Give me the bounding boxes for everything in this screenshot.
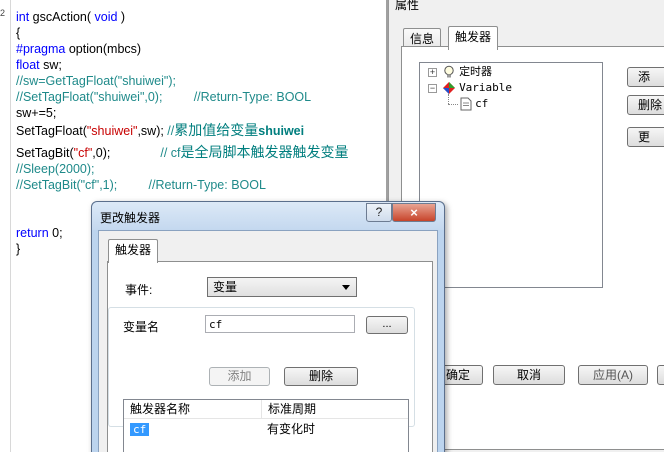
tree-label-timer: 定时器 — [459, 65, 493, 78]
tree-label-variable: Variable — [459, 81, 513, 94]
paren-close: ) — [117, 10, 126, 24]
tree-item-cf[interactable]: cf — [460, 96, 488, 112]
gutter-divider — [10, 0, 11, 452]
collapse-minus-icon[interactable]: − — [428, 84, 437, 93]
expand-plus-icon[interactable]: + — [428, 68, 437, 77]
event-select[interactable]: 变量 — [207, 277, 357, 297]
call-settagbit: SetTagBit( — [16, 146, 74, 160]
help-icon[interactable]: ? — [366, 203, 392, 222]
keyword-float: float — [16, 58, 40, 72]
keyword-void: void — [94, 10, 118, 24]
code-line-2[interactable]: { — [16, 25, 20, 41]
keyword-pragma: #pragma — [16, 42, 66, 56]
variable-name-label: 变量名 — [123, 320, 160, 334]
code-line-11[interactable]: //SetTagBit("cf",1); //Return-Type: BOOL — [16, 177, 266, 193]
change-trigger-button[interactable]: 更 — [627, 127, 664, 147]
variable-name-input[interactable] — [205, 315, 355, 333]
chevron-down-icon — [342, 285, 350, 290]
delete-trigger-button[interactable]: 删除 — [627, 95, 664, 115]
apply-button[interactable]: 应用(A) — [578, 365, 648, 385]
change-trigger-dialog: 更改触发器 ? × 触发器 事件: 变量 变量名 ... 添加 删除 触发器名称… — [91, 201, 445, 452]
code-line-4[interactable]: float sw; — [16, 57, 62, 73]
dialog-title: 更改触发器 — [100, 211, 161, 225]
pragma-option: option(mbcs) — [65, 42, 142, 56]
function-name: gscAction( — [29, 10, 95, 24]
string-shuiwei: "shuiwei" — [86, 124, 138, 138]
tree-connector — [448, 104, 458, 105]
add-button[interactable]: 添加 — [209, 367, 270, 386]
code-line-6[interactable]: //SetTagFloat("shuiwei",0); //Return-Typ… — [16, 89, 311, 105]
code-line-13[interactable]: } — [16, 241, 20, 257]
var-decl: sw; — [39, 58, 62, 72]
gutter-line-mark: 2 — [0, 8, 6, 18]
trigger-tree[interactable]: + 定时器 − Variable cf — [419, 62, 603, 288]
cancel-button[interactable]: 取消 — [493, 365, 565, 385]
tab-trigger[interactable]: 触发器 — [448, 26, 499, 50]
code-line-9[interactable]: SetTagBit("cf",0); // cf是全局脚本触发器触发变量 — [16, 143, 349, 163]
return-value: 0; — [48, 226, 63, 240]
code-line-10[interactable]: //Sleep(2000); — [16, 161, 95, 177]
call-args: ,0); — [92, 146, 111, 160]
properties-title: 属性 — [395, 0, 420, 12]
code-line-12[interactable]: return 0; — [16, 225, 63, 241]
comment-cjk: 累加值给变量 — [174, 123, 259, 139]
code-line-3[interactable]: #pragma option(mbcs) — [16, 41, 141, 57]
tree-item-variable[interactable]: Variable — [442, 80, 512, 96]
row-period: 有变化时 — [267, 422, 316, 436]
tree-connector — [448, 94, 449, 104]
add-trigger-button[interactable]: 添 — [627, 67, 664, 87]
delete-button[interactable]: 删除 — [284, 367, 358, 386]
close-icon[interactable]: × — [392, 203, 436, 222]
call-args: ,sw); — [137, 124, 168, 138]
timer-bulb-icon — [444, 65, 454, 78]
event-label: 事件: — [125, 283, 153, 297]
document-icon — [460, 97, 472, 111]
event-select-value: 变量 — [213, 280, 238, 294]
table-row[interactable]: cf — [130, 421, 150, 437]
dialog-titlebar[interactable]: 更改触发器 ? × — [92, 202, 444, 230]
comment-cjk: 是全局脚本触发器触发变量 — [180, 145, 349, 161]
row-trigger-name: cf — [130, 423, 150, 436]
column-header-trigger-name[interactable]: 触发器名称 — [124, 400, 261, 419]
code-line-1[interactable]: int gscAction( void ) — [16, 9, 125, 25]
variable-diamond-icon — [443, 82, 455, 95]
code-line-5[interactable]: //sw=GetTagFloat("shuiwei"); — [16, 73, 176, 89]
keyword-return: return — [16, 226, 49, 240]
editor-gutter: 2 — [0, 0, 10, 452]
string-cf: "cf" — [73, 146, 93, 160]
code-line-8[interactable]: SetTagFloat("shuiwei",sw); //累加值给变量shuiw… — [16, 121, 304, 141]
dialog-tab-trigger[interactable]: 触发器 — [108, 239, 159, 263]
browse-button[interactable]: ... — [366, 316, 408, 334]
keyword-int: int — [16, 10, 30, 24]
comment-cf: // cf — [160, 146, 181, 160]
tree-label-cf: cf — [475, 97, 489, 110]
comment-bold-var: shuiwei — [258, 124, 305, 138]
call-settagfloat: SetTagFloat( — [16, 124, 87, 138]
code-line-7[interactable]: sw+=5; — [16, 105, 56, 121]
help-button-partial[interactable] — [657, 365, 664, 385]
tree-item-timer[interactable]: 定时器 — [442, 64, 492, 80]
trigger-list[interactable]: 触发器名称 标准周期 cf 有变化时 — [123, 399, 409, 452]
column-header-period[interactable]: 标准周期 — [261, 400, 408, 419]
